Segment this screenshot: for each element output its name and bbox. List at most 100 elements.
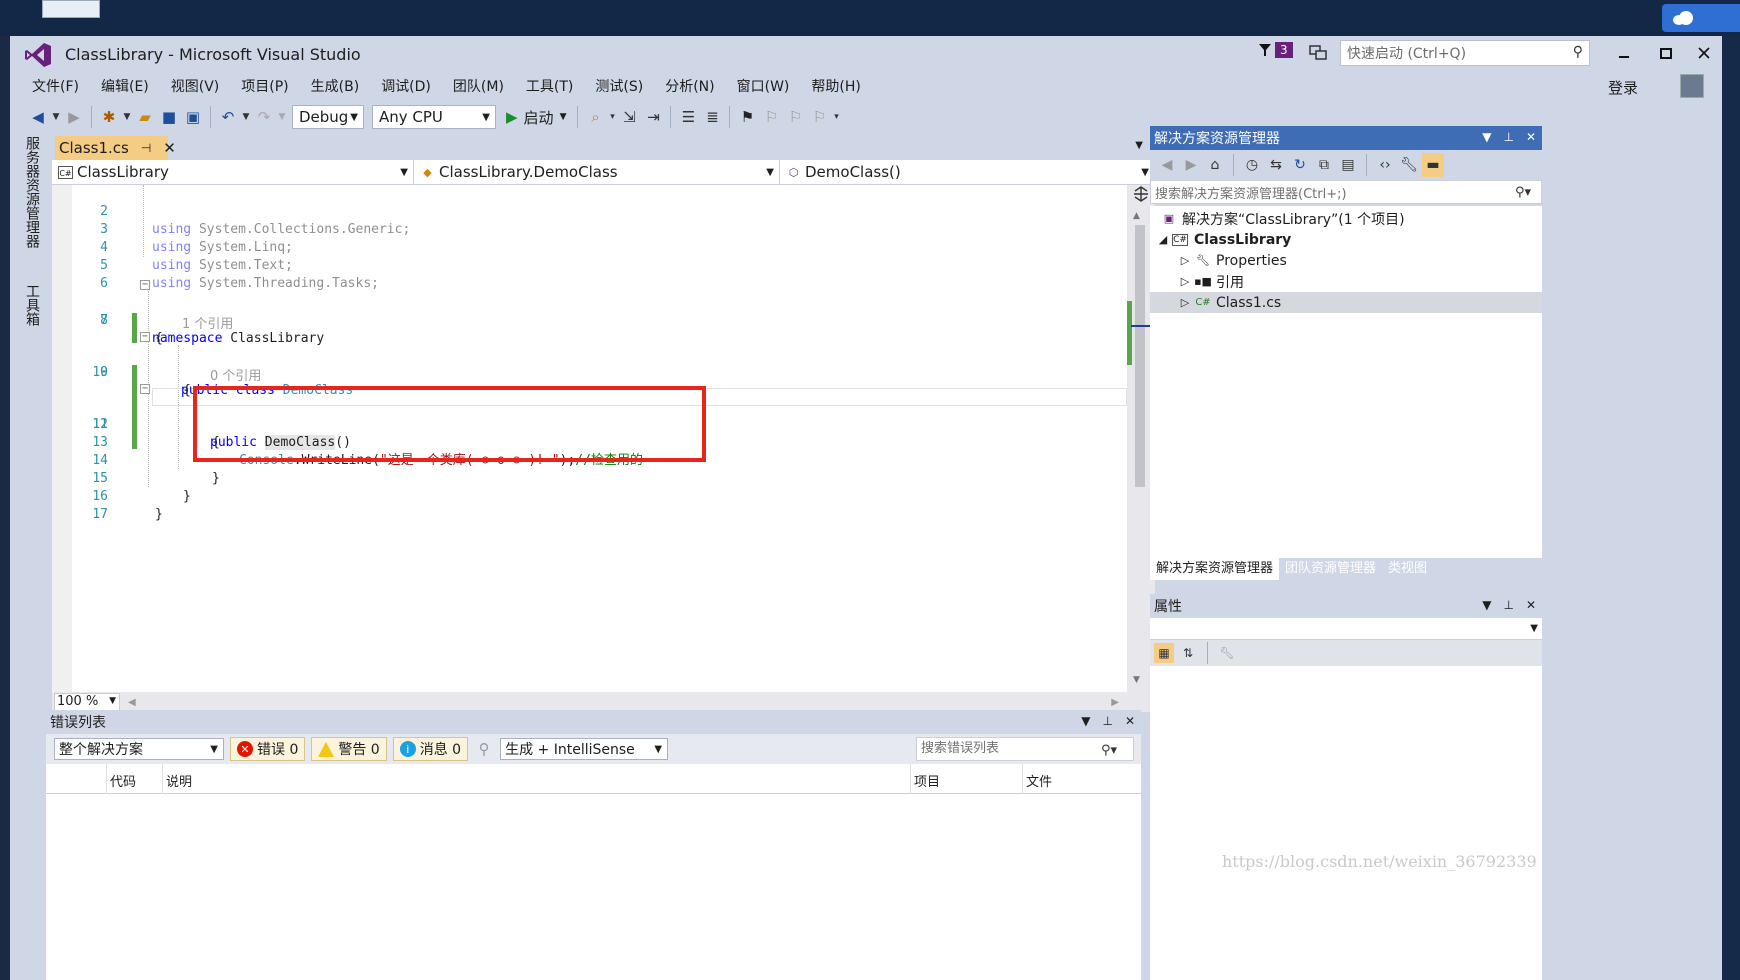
messages-filter-button[interactable]: i 消息 0 [392,737,469,761]
solution-platform-select[interactable]: Any CPU ▼ [372,105,496,129]
collapse-toggle-icon[interactable]: − [140,280,150,290]
tab-team-explorer[interactable]: 团队资源管理器 [1279,558,1382,580]
tab-class1-cs[interactable]: Class1.cs ⊣ ✕ [55,136,176,160]
step-over-icon[interactable]: ⇥ [641,105,665,129]
window-position-icon[interactable]: ▼ [1081,714,1090,728]
tree-project-node[interactable]: ◢ C# ClassLibrary [1150,229,1542,250]
tab-solution-explorer[interactable]: 解决方案资源管理器 [1150,558,1280,580]
preview-selected-items-icon[interactable]: ▬ [1422,153,1444,177]
cloud-sync-widget[interactable] [1662,4,1740,32]
menu-team[interactable]: 团队(M) [443,74,516,100]
save-icon[interactable]: ■ [157,105,181,129]
collapse-all-icon[interactable]: ⧉ [1313,153,1335,177]
pin-icon[interactable]: ⊥ [1102,714,1112,728]
pin-icon[interactable]: ⊥ [1503,598,1513,612]
toolbar-overflow-icon[interactable]: ▾ [831,105,841,129]
menu-file[interactable]: 文件(F) [22,74,91,100]
tree-item-class1[interactable]: ▷ C# Class1.cs [1150,292,1542,313]
close-button[interactable] [1684,38,1722,68]
pin-icon[interactable]: ⊣ [141,141,151,155]
uncomment-lines-icon[interactable]: ≣ [700,105,724,129]
member-nav-dropdown[interactable]: ⬡ DemoClass() ▼ [780,160,1155,184]
step-into-icon[interactable]: ⇲ [617,105,641,129]
scrollbar-thumb[interactable] [1135,225,1145,487]
menu-view[interactable]: 视图(V) [161,74,232,100]
previous-bookmark-icon[interactable]: ⚐ [759,105,783,129]
clear-filter-icon[interactable]: ⚲ [474,737,494,761]
maximize-button[interactable] [1646,38,1686,68]
property-pages-icon[interactable]: 🔧︎ [1217,643,1237,663]
menu-edit[interactable]: 编辑(E) [91,74,161,100]
redo-icon[interactable]: ↷ [252,105,276,129]
comment-lines-icon[interactable]: ☰ [676,105,700,129]
column-file[interactable]: 文件 [1026,771,1052,790]
error-search-input[interactable]: 搜索错误列表 ⚲▾ [916,737,1134,761]
menu-window[interactable]: 窗口(W) [727,74,802,100]
tab-class-view[interactable]: 类视图 [1382,558,1433,580]
quick-launch-input[interactable]: 快速启动 (Ctrl+Q) ⚲ [1340,40,1590,66]
menu-debug[interactable]: 调试(D) [371,74,443,100]
minimize-button[interactable] [1604,38,1644,68]
redo-dropdown-icon[interactable]: ▼ [276,105,288,129]
scroll-down-icon[interactable]: ▼ [1133,675,1140,685]
code-editor[interactable]: 2 using System.Collections.Generic; 3 us… [52,185,1127,692]
feedback-icon[interactable] [1308,44,1330,64]
overflow-icon[interactable]: ▾ [607,105,617,129]
undo-icon[interactable]: ↶ [216,105,240,129]
bookmark-icon[interactable]: ⚑ [735,105,759,129]
tree-item-references[interactable]: ▷ ▪■ 引用 [1150,271,1542,292]
new-dropdown-icon[interactable]: ▼ [121,105,133,129]
menu-analyze[interactable]: 分析(N) [655,74,726,100]
show-all-files-icon[interactable]: ▤ [1337,153,1359,177]
scroll-left-icon[interactable]: ◀ [128,697,136,708]
categorized-icon[interactable]: ▦ [1154,643,1174,663]
avatar[interactable] [1680,74,1704,98]
undo-dropdown-icon[interactable]: ▼ [240,105,252,129]
refresh-icon[interactable]: ↻ [1289,153,1311,177]
next-bookmark-icon[interactable]: ⚐ [783,105,807,129]
properties-object-select[interactable]: ▼ [1150,618,1542,640]
tree-item-properties[interactable]: ▷ 🔧︎ Properties [1150,250,1542,271]
close-icon[interactable]: ✕ [1526,598,1536,612]
alphabetical-icon[interactable]: ⇅ [1178,643,1198,663]
solution-search-input[interactable]: 搜索解决方案资源管理器(Ctrl+;) ⚲▾ [1150,180,1542,204]
column-code[interactable]: 代码 [110,771,136,790]
project-nav-dropdown[interactable]: C# ClassLibrary ▼ [52,160,414,184]
tree-solution-node[interactable]: ▣ 解决方案“ClassLibrary”(1 个项目) [1150,208,1542,229]
close-icon[interactable]: ✕ [163,139,176,157]
close-icon[interactable]: ✕ [1125,714,1135,728]
window-position-icon[interactable]: ▼ [1482,130,1491,144]
server-explorer-tab[interactable]: 服务器资源管理器 [22,136,42,248]
back-arrow-icon[interactable]: ◀ [26,105,50,129]
collapsed-arrow-icon[interactable]: ▷ [1176,254,1194,267]
close-icon[interactable]: ✕ [1526,130,1536,144]
forward-arrow-icon[interactable]: ▶ [62,105,86,129]
menu-test[interactable]: 测试(S) [585,74,655,100]
column-description[interactable]: 说明 [166,771,192,790]
tab-list-dropdown-icon[interactable]: ▼ [1135,140,1143,151]
start-debugging-button[interactable]: ▶ 启动 ▼ [500,107,572,128]
collapse-toggle-icon[interactable]: − [140,384,150,394]
collapsed-arrow-icon[interactable]: ▷ [1176,296,1194,309]
forward-icon[interactable]: ▶ [1180,153,1202,177]
collapsed-arrow-icon[interactable]: ▷ [1176,275,1194,288]
pending-changes-filter-icon[interactable]: ◷ [1241,153,1263,177]
scroll-right-icon[interactable]: ▶ [1111,697,1119,708]
menu-project[interactable]: 项目(P) [231,74,300,100]
back-icon[interactable]: ◀ [1156,153,1178,177]
scroll-up-icon[interactable]: ▲ [1133,211,1140,221]
column-project[interactable]: 项目 [914,771,940,790]
menu-help[interactable]: 帮助(H) [801,74,872,100]
new-project-icon[interactable]: ✱ [97,105,121,129]
menu-tools[interactable]: 工具(T) [516,74,585,100]
home-icon[interactable]: ⌂ [1204,153,1226,177]
view-code-icon[interactable]: ‹› [1374,153,1396,177]
open-folder-icon[interactable]: ▰ [133,105,157,129]
back-dropdown-icon[interactable]: ▼ [50,105,62,129]
error-scope-select[interactable]: 整个解决方案 ▼ [54,738,224,760]
sync-with-document-icon[interactable]: ⇆ [1265,153,1287,177]
properties-wrench-icon[interactable]: 🔧︎ [1398,153,1420,177]
collapse-toggle-icon[interactable]: − [140,332,150,342]
error-source-select[interactable]: 生成 + IntelliSense ▼ [500,738,669,760]
zoom-select[interactable]: 100 % ▼ [54,693,120,711]
